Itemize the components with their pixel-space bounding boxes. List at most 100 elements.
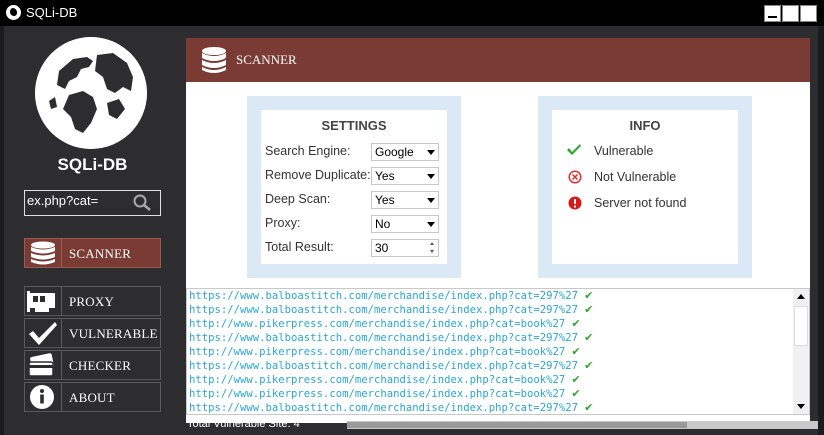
- credit-card-icon: [25, 351, 62, 379]
- info-panel: INFO Vulnerable Not Vulnerable Server no…: [538, 96, 752, 278]
- scroll-thumb[interactable]: [794, 306, 808, 346]
- results-list[interactable]: https://www.balboastitch.com/merchandise…: [186, 288, 810, 415]
- search-engine-select[interactable]: Google: [371, 143, 439, 161]
- list-item[interactable]: http://www.pikerpress.com/merchandise/in…: [189, 317, 791, 331]
- result-url[interactable]: http://www.pikerpress.com/merchandise/in…: [189, 388, 565, 400]
- scroll-up-icon[interactable]: [797, 294, 805, 299]
- vertical-scrollbar[interactable]: [793, 289, 809, 414]
- search-engine-label: Search Engine:: [265, 144, 351, 158]
- deep-scan-label: Deep Scan:: [265, 192, 331, 206]
- result-url[interactable]: https://www.balboastitch.com/merchandise…: [189, 360, 578, 372]
- check-icon: ✔: [584, 331, 594, 344]
- list-item[interactable]: https://www.balboastitch.com/merchandise…: [189, 359, 791, 373]
- proxy-value: No: [375, 217, 391, 231]
- proxy-label: Proxy:: [265, 216, 301, 230]
- check-icon: [567, 144, 581, 155]
- list-item[interactable]: https://www.balboastitch.com/merchandise…: [189, 401, 791, 414]
- check-icon: ✔: [584, 289, 594, 302]
- total-result-stepper[interactable]: 30: [371, 239, 439, 257]
- nav-proxy-label: PROXY: [69, 294, 115, 309]
- database-icon: [25, 239, 62, 267]
- page-title: SCANNER: [236, 52, 297, 67]
- chevron-down-icon: [427, 198, 435, 203]
- close-button[interactable]: [800, 5, 817, 22]
- list-item[interactable]: http://www.pikerpress.com/merchandise/in…: [189, 345, 791, 359]
- info-title: INFO: [629, 118, 661, 133]
- result-url[interactable]: http://www.pikerpress.com/merchandise/in…: [189, 346, 565, 358]
- list-item[interactable]: http://www.pikerpress.com/merchandise/in…: [189, 373, 791, 387]
- search-icon[interactable]: [132, 194, 152, 215]
- scroll-down-icon[interactable]: [797, 404, 805, 409]
- result-url[interactable]: https://www.balboastitch.com/merchandise…: [189, 402, 578, 414]
- database-icon: [200, 46, 228, 78]
- check-icon: ✔: [584, 303, 594, 316]
- nav-proxy[interactable]: PROXY: [24, 286, 161, 316]
- proxy-select[interactable]: No: [371, 215, 439, 233]
- app-logo: [35, 37, 147, 149]
- remove-duplicate-select[interactable]: Yes: [371, 167, 439, 185]
- checkmark-icon: [25, 319, 62, 347]
- nav-about-label: ABOUT: [69, 390, 115, 405]
- result-url[interactable]: https://www.balboastitch.com/merchandise…: [189, 304, 578, 316]
- nav-about[interactable]: ABOUT: [24, 382, 161, 412]
- search-input-value[interactable]: ex.php?cat=: [27, 193, 98, 208]
- window-title: SQLi-DB: [26, 5, 78, 20]
- result-url[interactable]: http://www.pikerpress.com/merchandise/in…: [189, 318, 565, 330]
- remove-duplicate-value: Yes: [375, 169, 395, 183]
- stepper-up-icon[interactable]: [430, 242, 434, 245]
- horizontal-scrollbar[interactable]: [347, 421, 818, 429]
- warning-circle-icon: [568, 196, 582, 210]
- remove-duplicate-label: Remove Duplicate:: [265, 168, 371, 182]
- results-list-body: https://www.balboastitch.com/merchandise…: [189, 289, 791, 414]
- window-right-border: [818, 26, 824, 435]
- check-icon: ✔: [571, 373, 581, 386]
- settings-panel: SETTINGS Search Engine: Google Remove Du…: [247, 96, 461, 278]
- list-item[interactable]: https://www.balboastitch.com/merchandise…: [189, 303, 791, 317]
- check-icon: ✔: [571, 387, 581, 400]
- search-input[interactable]: ex.php?cat=: [24, 190, 161, 216]
- app-window: SQLi-DB SQLi-DB ex.php?cat= SCANNER PROX…: [0, 0, 824, 435]
- nav-scanner-label: SCANNER: [69, 246, 132, 261]
- legend-not-vulnerable-label: Not Vulnerable: [594, 170, 677, 184]
- globe-icon: [6, 5, 21, 20]
- chevron-down-icon: [427, 222, 435, 227]
- result-url[interactable]: https://www.balboastitch.com/merchandise…: [189, 290, 578, 302]
- circle-x-icon: [568, 170, 582, 184]
- globe-logo-icon: [35, 37, 147, 149]
- check-icon: ✔: [584, 359, 594, 372]
- list-item[interactable]: http://www.pikerpress.com/merchandise/in…: [189, 387, 791, 401]
- search-engine-value: Google: [375, 145, 414, 159]
- minimize-button[interactable]: [764, 5, 781, 22]
- nav-vulnerable[interactable]: VULNERABLE: [24, 318, 161, 348]
- maximize-button[interactable]: [782, 5, 799, 22]
- page-header: SCANNER: [186, 38, 810, 82]
- status-total-vulnerable: Total Vulnerable Site: 4: [187, 418, 300, 430]
- info-icon: [25, 383, 62, 411]
- list-item[interactable]: https://www.balboastitch.com/merchandise…: [189, 331, 791, 345]
- check-icon: ✔: [571, 317, 581, 330]
- result-url[interactable]: https://www.balboastitch.com/merchandise…: [189, 332, 578, 344]
- app-name: SQLi-DB: [57, 155, 128, 174]
- network-card-icon: [25, 287, 62, 315]
- legend-server-not-found-label: Server not found: [594, 196, 687, 210]
- list-item[interactable]: https://www.balboastitch.com/merchandise…: [189, 289, 791, 303]
- nav-scanner[interactable]: SCANNER: [24, 238, 161, 268]
- legend-vulnerable-label: Vulnerable: [594, 144, 654, 158]
- settings-title: SETTINGS: [321, 118, 387, 133]
- total-result-value: 30: [375, 241, 389, 255]
- deep-scan-select[interactable]: Yes: [371, 191, 439, 209]
- window-left-border: [0, 26, 4, 435]
- stepper-down-icon[interactable]: [430, 250, 434, 253]
- nav-vulnerable-label: VULNERABLE: [69, 326, 158, 341]
- horizontal-scroll-thumb[interactable]: [347, 422, 687, 428]
- settings-panel-body: SETTINGS Search Engine: Google Remove Du…: [261, 110, 447, 264]
- nav-checker[interactable]: CHECKER: [24, 350, 161, 380]
- check-icon: ✔: [584, 401, 594, 414]
- chevron-down-icon: [427, 150, 435, 155]
- title-bar: SQLi-DB: [0, 0, 824, 26]
- info-panel-body: INFO Vulnerable Not Vulnerable Server no…: [552, 110, 738, 264]
- total-result-label: Total Result:: [265, 240, 334, 254]
- nav-checker-label: CHECKER: [69, 358, 132, 373]
- check-icon: ✔: [571, 345, 581, 358]
- result-url[interactable]: http://www.pikerpress.com/merchandise/in…: [189, 374, 565, 386]
